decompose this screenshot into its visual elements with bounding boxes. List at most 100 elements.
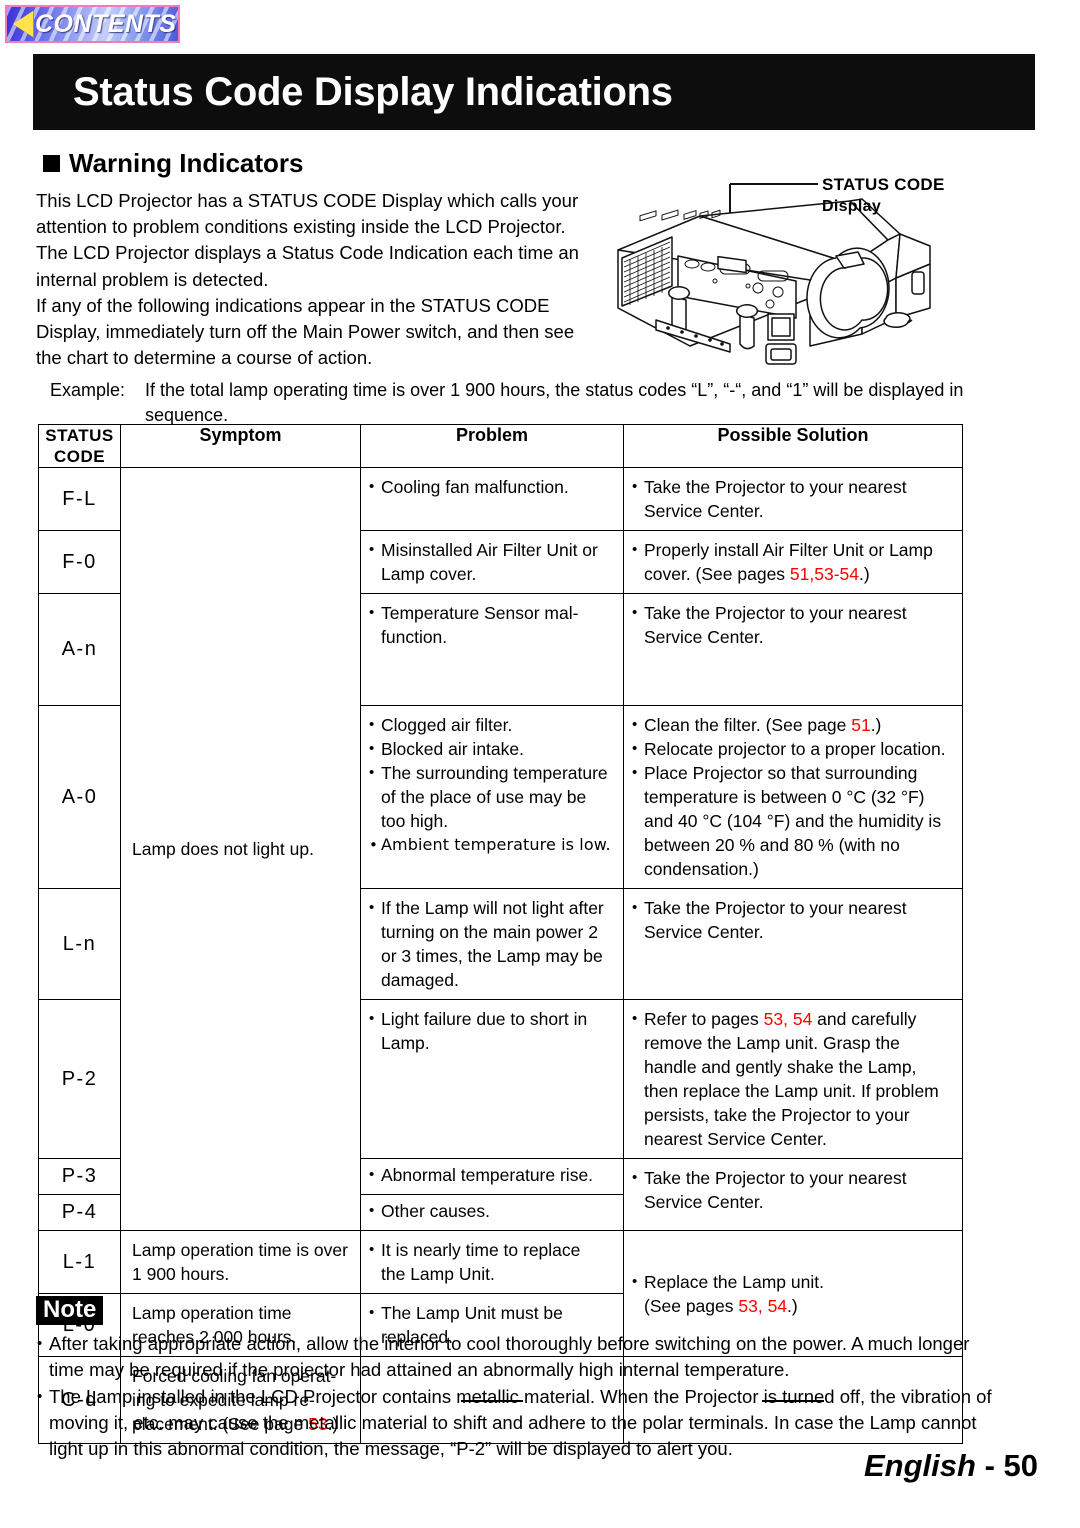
note-list: After taking appropriate action, allow t… [36, 1331, 996, 1462]
header-problem: Problem [360, 424, 624, 468]
list-item: Clean the filter. (See page 51.) [632, 713, 954, 737]
list-item: Misinstalled Air Filter Unit or Lamp cov… [369, 538, 615, 586]
page-reference[interactable]: 51,53-54 [790, 564, 859, 584]
solution-text-pre: Refer to pages [644, 1009, 764, 1029]
solution-line4: then replace the Lamp unit. If problem [644, 1081, 939, 1101]
cell-code-p4: P-4 [38, 1194, 121, 1231]
cell-problem-an: Temperature Sensor mal- function. [360, 593, 624, 706]
cell-solution-f0: Properly install Air Filter Unit or Lamp… [623, 530, 963, 594]
solution-line6: nearest Service Center. [644, 1129, 827, 1149]
contents-button-label: CONTENTS [35, 9, 177, 38]
intro-line-4: internal problem is detected. [36, 268, 269, 290]
page-footer: English - 50 [864, 1448, 1038, 1484]
solution-line5: persists, take the Projector to your [644, 1105, 910, 1125]
cell-code-ln: L-n [38, 888, 121, 1000]
table-header-row: STATUS CODE Symptom Problem Possible Sol… [38, 424, 963, 468]
problem-line1: Misinstalled Air Filter Unit or [381, 540, 598, 560]
solution-line1: Replace the Lamp unit. [644, 1271, 824, 1292]
solution-line2: Service Center. [644, 627, 764, 647]
cell-problem-ln: If the Lamp will not light after turning… [360, 888, 624, 1000]
cell-code-f0: F-0 [38, 530, 121, 594]
status-code-table: STATUS CODE Symptom Problem Possible Sol… [38, 424, 963, 1444]
contents-button[interactable]: CONTENTS [5, 5, 180, 43]
cell-problem-p2: Light failure due to short in Lamp. [360, 999, 624, 1159]
solution-text-post: .) [870, 715, 882, 735]
section-heading-label: Warning Indicators [69, 148, 304, 178]
list-item: The Lamp installed in the LCD Projector … [36, 1384, 996, 1462]
problem-line1: It is nearly time to replace [381, 1240, 581, 1260]
intro-line-3: The LCD Projector displays a Status Code… [36, 242, 579, 264]
solution-line2: Service Center. [644, 1192, 764, 1212]
header-status-code-line1: STATUS [45, 426, 114, 445]
solution-line1: Take the Projector to your nearest [644, 603, 907, 623]
example-label: Example: [50, 380, 126, 400]
solution-line2-pre: cover. (See pages [644, 564, 790, 584]
footer-page-number: 50 [1003, 1448, 1038, 1483]
list-item: Take the Projector to your nearest Servi… [632, 601, 954, 649]
square-bullet-icon [43, 155, 60, 172]
problem-line3: too high. [381, 811, 449, 831]
solution-text-post: and carefully [812, 1009, 917, 1029]
list-item: Temperature Sensor mal- function. [369, 601, 615, 649]
list-item: Blocked air intake. [369, 737, 615, 761]
example-body: If the total lamp operating time is over… [145, 378, 980, 428]
cell-code-fl: F-L [38, 467, 121, 531]
solution-line1: Take the Projector to your nearest [644, 898, 907, 918]
problem-line1: The surrounding temperature [381, 763, 608, 783]
header-symptom: Symptom [120, 424, 361, 468]
solution-line1: Properly install Air Filter Unit or Lamp [644, 540, 933, 560]
list-item: If the Lamp will not light after turning… [369, 896, 615, 992]
cell-problem-p4: Other causes. [360, 1194, 624, 1231]
example-line-2: sequence. [145, 405, 229, 425]
cell-code-an: A-n [38, 593, 121, 706]
page-reference[interactable]: 51 [851, 715, 870, 735]
table-row: L-1 Lamp operation time is over 1 900 ho… [38, 1230, 963, 1357]
list-item: Other causes. [369, 1199, 615, 1223]
header-solution: Possible Solution [623, 424, 963, 468]
problem-line1: If the Lamp will not light after [381, 898, 604, 918]
solution-line2-post: .) [859, 564, 870, 584]
cell-problem-l1: It is nearly time to replace the Lamp Un… [360, 1230, 624, 1294]
cell-code-l1: L-1 [38, 1230, 121, 1294]
note-1-line-2: time may be required if the projector ha… [49, 1359, 790, 1381]
cell-problem-a0: Clogged air filter. Blocked air intake. … [360, 705, 624, 889]
cell-code-p3: P-3 [38, 1158, 121, 1195]
problem-line1: Light failure due to short in [381, 1009, 588, 1029]
page-title: Status Code Display Indications [73, 70, 673, 114]
list-item: Place Projector so that surrounding temp… [632, 761, 954, 881]
list-item: The surrounding temperature of the place… [369, 761, 615, 833]
intro-line-5: If any of the following indications appe… [36, 294, 550, 316]
problem-line2: turning on the main power 2 [381, 922, 598, 942]
problem-line2: function. [381, 627, 448, 647]
intro-line-2: attention to problem conditions existing… [36, 216, 566, 238]
cell-problem-p3: Abnormal temperature rise. [360, 1158, 624, 1195]
solution-line3: and 40 °C (104 °F) and the humidity is [644, 811, 942, 831]
list-item: Light failure due to short in Lamp. [369, 1007, 615, 1055]
list-item: Clogged air filter. [369, 713, 615, 737]
footer-separator: - [975, 1448, 1004, 1483]
list-item: Properly install Air Filter Unit or Lamp… [632, 538, 954, 586]
problem-line2: of the place of use may be [381, 787, 587, 807]
cell-solution-p2: Refer to pages 53, 54 and carefully remo… [623, 999, 963, 1159]
intro-line-6: Display, immediately turn off the Main P… [36, 321, 575, 343]
solution-line1: Take the Projector to your nearest [644, 477, 907, 497]
solution-line5: condensation.) [644, 859, 759, 879]
note-2-line-1: The Lamp installed in the LCD Projector … [49, 1386, 972, 1408]
list-item: Relocate projector to a proper location. [632, 737, 954, 761]
problem-line2: the Lamp Unit. [381, 1264, 495, 1284]
list-item: Refer to pages 53, 54 and carefully remo… [632, 1007, 954, 1151]
solution-line2: Service Center. [644, 501, 764, 521]
example-note: Example: If the total lamp operating tim… [50, 378, 980, 428]
cell-code-p2: P-2 [38, 999, 121, 1159]
page-reference[interactable]: 53, 54 [764, 1009, 813, 1029]
list-item: Take the Projector to your nearest Servi… [632, 896, 954, 944]
note-badge: Note [36, 1296, 104, 1326]
solution-line2: Service Center. [644, 922, 764, 942]
problem-line3: or 3 times, the Lamp may be [381, 946, 603, 966]
problem-line2: Lamp cover. [381, 564, 477, 584]
problem-line2: Lamp. [381, 1033, 430, 1053]
figure-callout-label: STATUS CODE Display [822, 174, 945, 218]
figure-callout-line1: STATUS CODE [822, 175, 945, 194]
solution-line3: handle and gently shake the Lamp, [644, 1057, 917, 1077]
symptom-line2: 1 900 hours. [132, 1264, 230, 1284]
